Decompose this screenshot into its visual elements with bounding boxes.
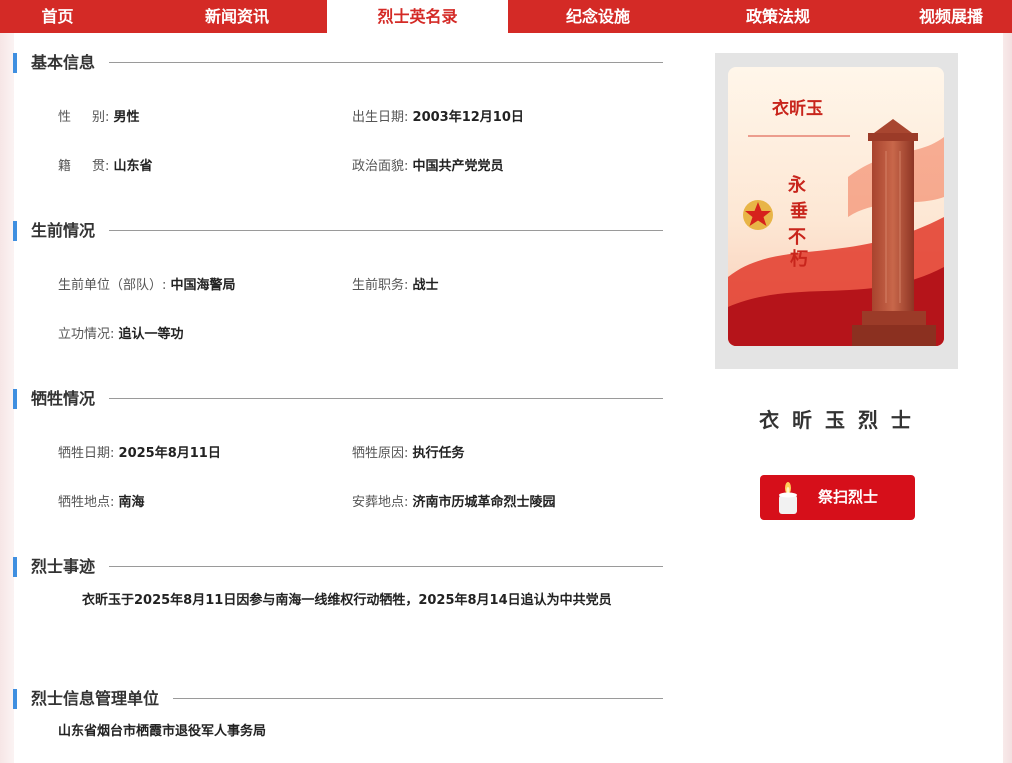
section-title: 基本信息 (31, 53, 96, 72)
gender-field: 性 别: 男性 (58, 109, 140, 127)
origin-label-2: 贯: (92, 159, 110, 174)
unit-field: 生前单位（部队）: 中国海警局 (58, 277, 236, 295)
sacrifice-date-value: 2025年8月11日 (118, 446, 221, 461)
merit-value: 追认一等功 (118, 327, 184, 342)
burial-label: 安葬地点: (352, 495, 409, 510)
origin-label: 籍 (58, 159, 72, 174)
slogan-char-4: 朽 (790, 248, 808, 270)
birth-label: 出生日期: (352, 110, 409, 125)
gender-value: 男性 (113, 110, 140, 125)
section-marker (13, 389, 17, 409)
post-value: 战士 (412, 278, 439, 293)
unit-label: 生前单位（部队）: (58, 278, 167, 293)
origin-field: 籍 贯: 山东省 (58, 158, 153, 176)
section-marker (13, 689, 17, 709)
section-divider (109, 230, 663, 231)
nav-martyr-list[interactable]: 烈士英名录 (327, 0, 508, 33)
nav-memorials[interactable]: 纪念设施 (508, 0, 688, 33)
unit-value: 中国海警局 (170, 278, 236, 293)
burial-field: 安葬地点: 济南市历城革命烈士陵园 (352, 494, 556, 512)
portrait-name: 衣昕玉 (772, 98, 823, 119)
section-marker (13, 221, 17, 241)
politics-label: 政治面貌: (352, 159, 409, 174)
burial-value: 济南市历城革命烈士陵园 (412, 495, 556, 510)
section-title: 生前情况 (31, 221, 96, 240)
section-management: 烈士信息管理单位 (13, 688, 663, 710)
section-sacrifice: 牺牲情况 (13, 388, 663, 410)
section-marker (13, 557, 17, 577)
sacrifice-place-value: 南海 (118, 495, 145, 510)
nav-video[interactable]: 视频展播 (868, 0, 1012, 33)
section-divider (109, 566, 663, 567)
tribute-button-label: 祭扫烈士 (818, 488, 879, 506)
sacrifice-reason-field: 牺牲原因: 执行任务 (352, 445, 465, 463)
section-divider (109, 62, 663, 63)
nav-home[interactable]: 首页 (0, 0, 115, 33)
top-nav: 首页 新闻资讯 烈士英名录 纪念设施 政策法规 视频展播 (0, 0, 1012, 33)
section-marker (13, 53, 17, 73)
nav-news[interactable]: 新闻资讯 (147, 0, 327, 33)
section-basic-info: 基本信息 (13, 52, 663, 74)
section-life: 生前情况 (13, 220, 663, 242)
sacrifice-place-field: 牺牲地点: 南海 (58, 494, 145, 512)
section-title: 烈士事迹 (31, 557, 96, 576)
sacrifice-date-label: 牺牲日期: (58, 446, 115, 461)
sacrifice-place-label: 牺牲地点: (58, 495, 115, 510)
merit-label: 立功情况: (58, 327, 115, 342)
sacrifice-date-field: 牺牲日期: 2025年8月11日 (58, 445, 221, 463)
section-deeds: 烈士事迹 (13, 556, 663, 578)
gender-label-2: 别: (92, 110, 110, 125)
deeds-text: 衣昕玉于2025年8月11日因参与南海一线维权行动牺牲，2025年8月14日追认… (82, 593, 612, 608)
post-label: 生前职务: (352, 278, 409, 293)
section-divider (109, 398, 663, 399)
slogan-char-2: 垂 (790, 201, 808, 222)
nav-policy[interactable]: 政策法规 (688, 0, 868, 33)
martyr-portrait: 衣昕玉 永 垂 不 朽 (728, 67, 944, 346)
post-field: 生前职务: 战士 (352, 277, 439, 295)
candle-icon (779, 482, 797, 514)
slogan-char-1: 永 (787, 174, 806, 196)
tribute-button[interactable]: 祭扫烈士 (760, 475, 915, 520)
section-title: 牺牲情况 (31, 389, 96, 408)
section-divider (173, 698, 663, 699)
section-title: 烈士信息管理单位 (31, 689, 160, 708)
martyr-name-title: 衣 昕 玉 烈 士 (759, 408, 914, 432)
merit-field: 立功情况: 追认一等功 (58, 326, 184, 344)
origin-value: 山东省 (113, 159, 153, 174)
gender-label: 性 (58, 110, 72, 125)
sacrifice-reason-label: 牺牲原因: (352, 446, 409, 461)
sacrifice-reason-value: 执行任务 (412, 446, 465, 461)
politics-value: 中国共产党党员 (412, 159, 504, 174)
portrait-frame: 衣昕玉 永 垂 不 朽 (715, 53, 958, 369)
birth-value: 2003年12月10日 (412, 110, 524, 125)
politics-field: 政治面貌: 中国共产党党员 (352, 158, 504, 176)
management-unit: 山东省烟台市栖霞市退役军人事务局 (58, 724, 267, 739)
slogan-char-3: 不 (788, 227, 806, 248)
birth-field: 出生日期: 2003年12月10日 (352, 109, 524, 127)
